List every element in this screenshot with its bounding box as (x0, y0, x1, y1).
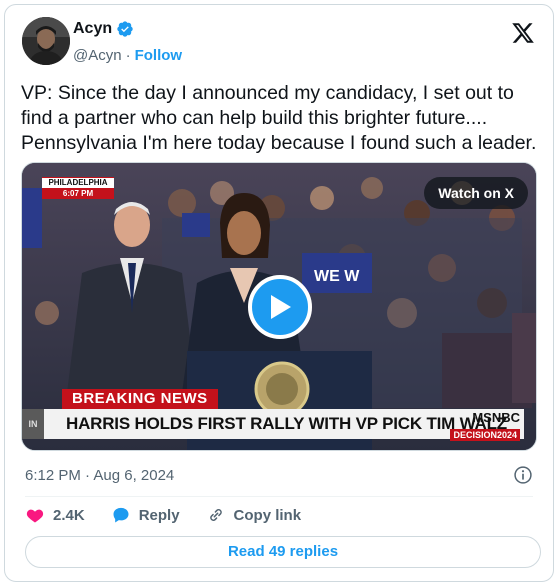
video-media[interactable]: WE W PHILADELPHIA 6:07 PM Watch on X BRE… (21, 162, 537, 451)
handle[interactable]: @Acyn (73, 47, 122, 64)
separator-dot: · (125, 47, 131, 64)
network-name: MSNBC (472, 410, 520, 425)
follow-button[interactable]: Follow (135, 47, 183, 64)
reply-bubble-icon (113, 507, 129, 523)
copy-link-label: Copy link (233, 506, 302, 524)
handle-row: @Acyn · Follow (73, 47, 182, 64)
network-logo: MSNBC DECISION2024 (434, 410, 520, 441)
heart-icon (26, 509, 44, 523)
side-chyron: IN (22, 409, 44, 439)
like-button[interactable]: 2.4K (25, 505, 85, 525)
like-count: 2.4K (53, 506, 85, 524)
read-replies-button[interactable]: Read 49 replies (25, 536, 541, 568)
display-name[interactable]: Acyn (73, 20, 112, 38)
link-icon (209, 509, 222, 521)
network-tag: DECISION2024 (450, 429, 520, 441)
x-logo-icon[interactable] (511, 21, 535, 45)
play-button[interactable] (248, 275, 312, 339)
reply-label: Reply (138, 506, 180, 524)
divider (25, 496, 533, 497)
play-icon (271, 295, 291, 319)
action-bar: 2.4K Reply Copy link (25, 505, 327, 525)
svg-text:WE W: WE W (314, 268, 360, 285)
chyron: HARRIS HOLDS FIRST RALLY WITH VP PICK TI… (44, 409, 524, 441)
avatar[interactable] (22, 17, 70, 65)
location-badge: PHILADELPHIA 6:07 PM (42, 177, 114, 199)
info-icon[interactable] (513, 465, 533, 485)
name-row: Acyn (73, 20, 134, 38)
tweet-card: Acyn @Acyn · Follow VP: Since the day I … (4, 4, 554, 582)
tweet-timestamp[interactable]: 6:12 PM · Aug 6, 2024 (25, 467, 174, 484)
location-time: 6:07 PM (62, 189, 94, 198)
copy-link-button[interactable]: Copy link (206, 505, 302, 525)
verified-badge-icon (117, 21, 133, 37)
watch-on-x-button[interactable]: Watch on X (424, 177, 528, 209)
tweet-text: VP: Since the day I announced my candida… (21, 82, 537, 154)
breaking-news-label: BREAKING NEWS (62, 389, 218, 409)
location-city: PHILADELPHIA (42, 178, 114, 188)
reply-button[interactable]: Reply (111, 505, 180, 525)
